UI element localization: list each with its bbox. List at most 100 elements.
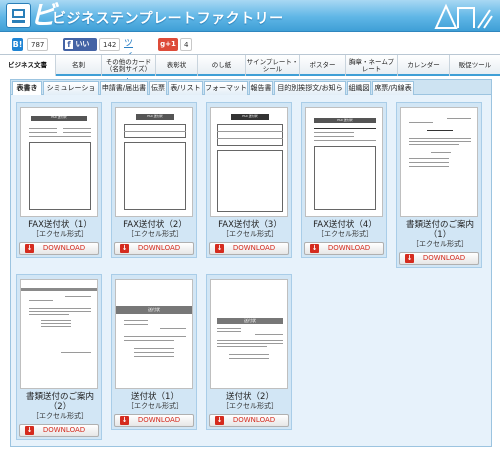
download-arrow-icon: ↓ — [120, 416, 129, 425]
tab-seating-extension[interactable]: 席票/内線表 — [372, 81, 414, 95]
main-category-nav: ビジネス文書 名刺 その他のカード（名刺サイズ） 表彰状 のし紙 サインプレート… — [0, 54, 500, 76]
template-card: 書類送付のご案内（1） ［エクセル形式］ ↓ DOWNLOAD — [396, 102, 482, 268]
template-thumbnail[interactable]: 送付状 — [115, 279, 193, 389]
site-title[interactable]: ビジネステンプレートファクトリー — [52, 8, 284, 28]
nav-sign-plates[interactable]: サインプレート・シール — [246, 55, 300, 76]
thumb-title: FAX 送付状 — [242, 114, 258, 118]
nav-noshi[interactable]: のし紙 — [198, 55, 246, 76]
tab-reports[interactable]: 報告書 — [249, 81, 273, 95]
download-arrow-icon: ↓ — [310, 244, 319, 253]
template-card: 送付状 送付状（2） ［エクセル形式］ ↓ DOWNLOAD — [206, 274, 292, 430]
template-thumbnail[interactable]: FAX 送付状 — [305, 107, 383, 217]
template-thumbnail[interactable]: 送付状 — [210, 279, 288, 389]
tab-formats[interactable]: フォーマット — [204, 81, 248, 95]
download-button[interactable]: ↓ DOWNLOAD — [114, 414, 194, 427]
logo-icon[interactable] — [6, 3, 31, 28]
download-label: DOWNLOAD — [42, 244, 86, 252]
template-caption: FAX送付状（4） ［エクセル形式］ — [302, 220, 388, 239]
template-name[interactable]: FAX送付状（1） — [17, 220, 103, 230]
template-card: FAX 送付状 FAX送付状（4） ［エクセル形式］ ↓ DOWNLOAD — [301, 102, 387, 258]
thumb-title: FAX 送付状 — [51, 115, 67, 119]
template-format: ［エクセル形式］ — [127, 402, 183, 410]
facebook-count: 142 — [99, 38, 121, 51]
site-header: ビ ビジネステンプレートファクトリー — [0, 0, 500, 32]
template-format: ［エクセル形式］ — [32, 230, 88, 238]
template-caption: 書類送付のご案内（2） ［エクセル形式］ — [17, 392, 103, 421]
download-label: DOWNLOAD — [327, 244, 371, 252]
thumb-title: 送付状 — [244, 318, 256, 323]
template-card: 書類送付のご案内（2） ［エクセル形式］ ↓ DOWNLOAD — [16, 274, 102, 440]
template-thumbnail[interactable]: FAX 送付状 — [115, 107, 193, 217]
tab-tables-lists[interactable]: 表/リスト — [168, 81, 203, 95]
template-format: ［エクセル形式］ — [317, 230, 373, 238]
download-arrow-icon: ↓ — [25, 244, 34, 253]
template-caption: FAX送付状（1） ［エクセル形式］ — [17, 220, 103, 239]
template-name[interactable]: 送付状（1） — [112, 392, 198, 402]
download-button[interactable]: ↓ DOWNLOAD — [209, 414, 289, 427]
tab-simulation[interactable]: シミュレーション — [43, 81, 99, 105]
template-thumbnail[interactable] — [400, 107, 478, 217]
template-caption: FAX送付状（3） ［エクセル形式］ — [207, 220, 293, 239]
hatena-bookmark-button[interactable]: B! — [12, 38, 23, 51]
download-arrow-icon: ↓ — [405, 254, 414, 263]
facebook-icon: f — [65, 40, 73, 49]
template-format: ［エクセル形式］ — [222, 402, 278, 410]
thumb-title: 送付状 — [148, 307, 160, 312]
download-label: DOWNLOAD — [232, 416, 276, 424]
google-plus-button[interactable]: g+1 — [158, 38, 178, 51]
template-name[interactable]: FAX送付状（2） — [112, 220, 198, 230]
tab-applications[interactable]: 申請書/届出書 — [100, 81, 148, 95]
template-name[interactable]: FAX送付状（4） — [302, 220, 388, 230]
template-thumbnail[interactable]: FAX 送付状 — [210, 107, 288, 217]
template-format: ［エクセル形式］ — [127, 230, 183, 238]
nav-certificates[interactable]: 表彰状 — [156, 55, 198, 76]
tab-slips[interactable]: 伝票 — [149, 81, 167, 95]
template-name[interactable]: 書類送付のご案内（1） — [397, 220, 483, 240]
nav-other-cards[interactable]: その他のカード（名刺サイズ） — [102, 55, 156, 76]
download-arrow-icon: ↓ — [215, 244, 224, 253]
download-arrow-icon: ↓ — [120, 244, 129, 253]
template-thumbnail[interactable] — [20, 279, 98, 389]
download-arrow-icon: ↓ — [25, 426, 34, 435]
download-label: DOWNLOAD — [137, 416, 181, 424]
download-button[interactable]: ↓ DOWNLOAD — [209, 242, 289, 255]
tab-cover-letters[interactable]: 表書き — [12, 81, 42, 95]
template-format: ［エクセル形式］ — [32, 412, 88, 420]
template-name[interactable]: 書類送付のご案内（2） — [17, 392, 103, 412]
nav-name-plates[interactable]: 胸章・ネームプレート — [346, 55, 398, 76]
tweet-link[interactable]: ツイート — [124, 38, 133, 88]
download-button[interactable]: ↓ DOWNLOAD — [399, 252, 479, 265]
template-name[interactable]: FAX送付状（3） — [207, 220, 293, 230]
template-caption: FAX送付状（2） ［エクセル形式］ — [112, 220, 198, 239]
header-decoration-icon — [434, 3, 493, 29]
thumb-title: FAX 送付状 — [147, 114, 163, 118]
download-label: DOWNLOAD — [137, 244, 181, 252]
facebook-like-button[interactable]: f いいね！ — [63, 38, 97, 61]
template-caption: 書類送付のご案内（1） ［エクセル形式］ — [397, 220, 483, 249]
template-card: FAX 送付状 FAX送付状（1） ［エクセル形式］ ↓ DOWNLOAD — [16, 102, 102, 258]
tab-org-charts[interactable]: 組織図 — [347, 81, 371, 95]
page: ビ ビジネステンプレートファクトリー B! 787 f いいね！ 142 ツイー… — [0, 0, 500, 451]
template-thumbnail[interactable]: FAX 送付状 — [20, 107, 98, 217]
template-caption: 送付状（2） ［エクセル形式］ — [207, 392, 293, 411]
template-card: FAX 送付状 FAX送付状（3） ［エクセル形式］ ↓ DOWNLOAD — [206, 102, 292, 258]
download-button[interactable]: ↓ DOWNLOAD — [19, 424, 99, 437]
download-button[interactable]: ↓ DOWNLOAD — [114, 242, 194, 255]
template-caption: 送付状（1） ［エクセル形式］ — [112, 392, 198, 411]
nav-posters[interactable]: ポスター — [300, 55, 346, 76]
nav-promo-tools[interactable]: 販促ツール — [450, 55, 500, 76]
template-card: FAX 送付状 FAX送付状（2） ［エクセル形式］ ↓ DOWNLOAD — [111, 102, 197, 258]
download-button[interactable]: ↓ DOWNLOAD — [19, 242, 99, 255]
google-plus-count: 4 — [180, 38, 193, 51]
tab-greetings[interactable]: 目的別挨拶文/お知らせ — [274, 81, 346, 105]
hatena-count: 787 — [27, 38, 49, 51]
nav-business-cards[interactable]: 名刺 — [56, 55, 102, 76]
template-name[interactable]: 送付状（2） — [207, 392, 293, 402]
download-label: DOWNLOAD — [42, 426, 86, 434]
thumb-title: FAX 送付状 — [337, 118, 353, 122]
download-button[interactable]: ↓ DOWNLOAD — [304, 242, 384, 255]
nav-calendar[interactable]: カレンダー — [398, 55, 450, 76]
nav-business-documents[interactable]: ビジネス文書 — [0, 55, 56, 76]
download-label: DOWNLOAD — [422, 254, 466, 262]
template-card: 送付状 送付状（1） ［エクセル形式］ ↓ DOWNLOAD — [111, 274, 197, 430]
